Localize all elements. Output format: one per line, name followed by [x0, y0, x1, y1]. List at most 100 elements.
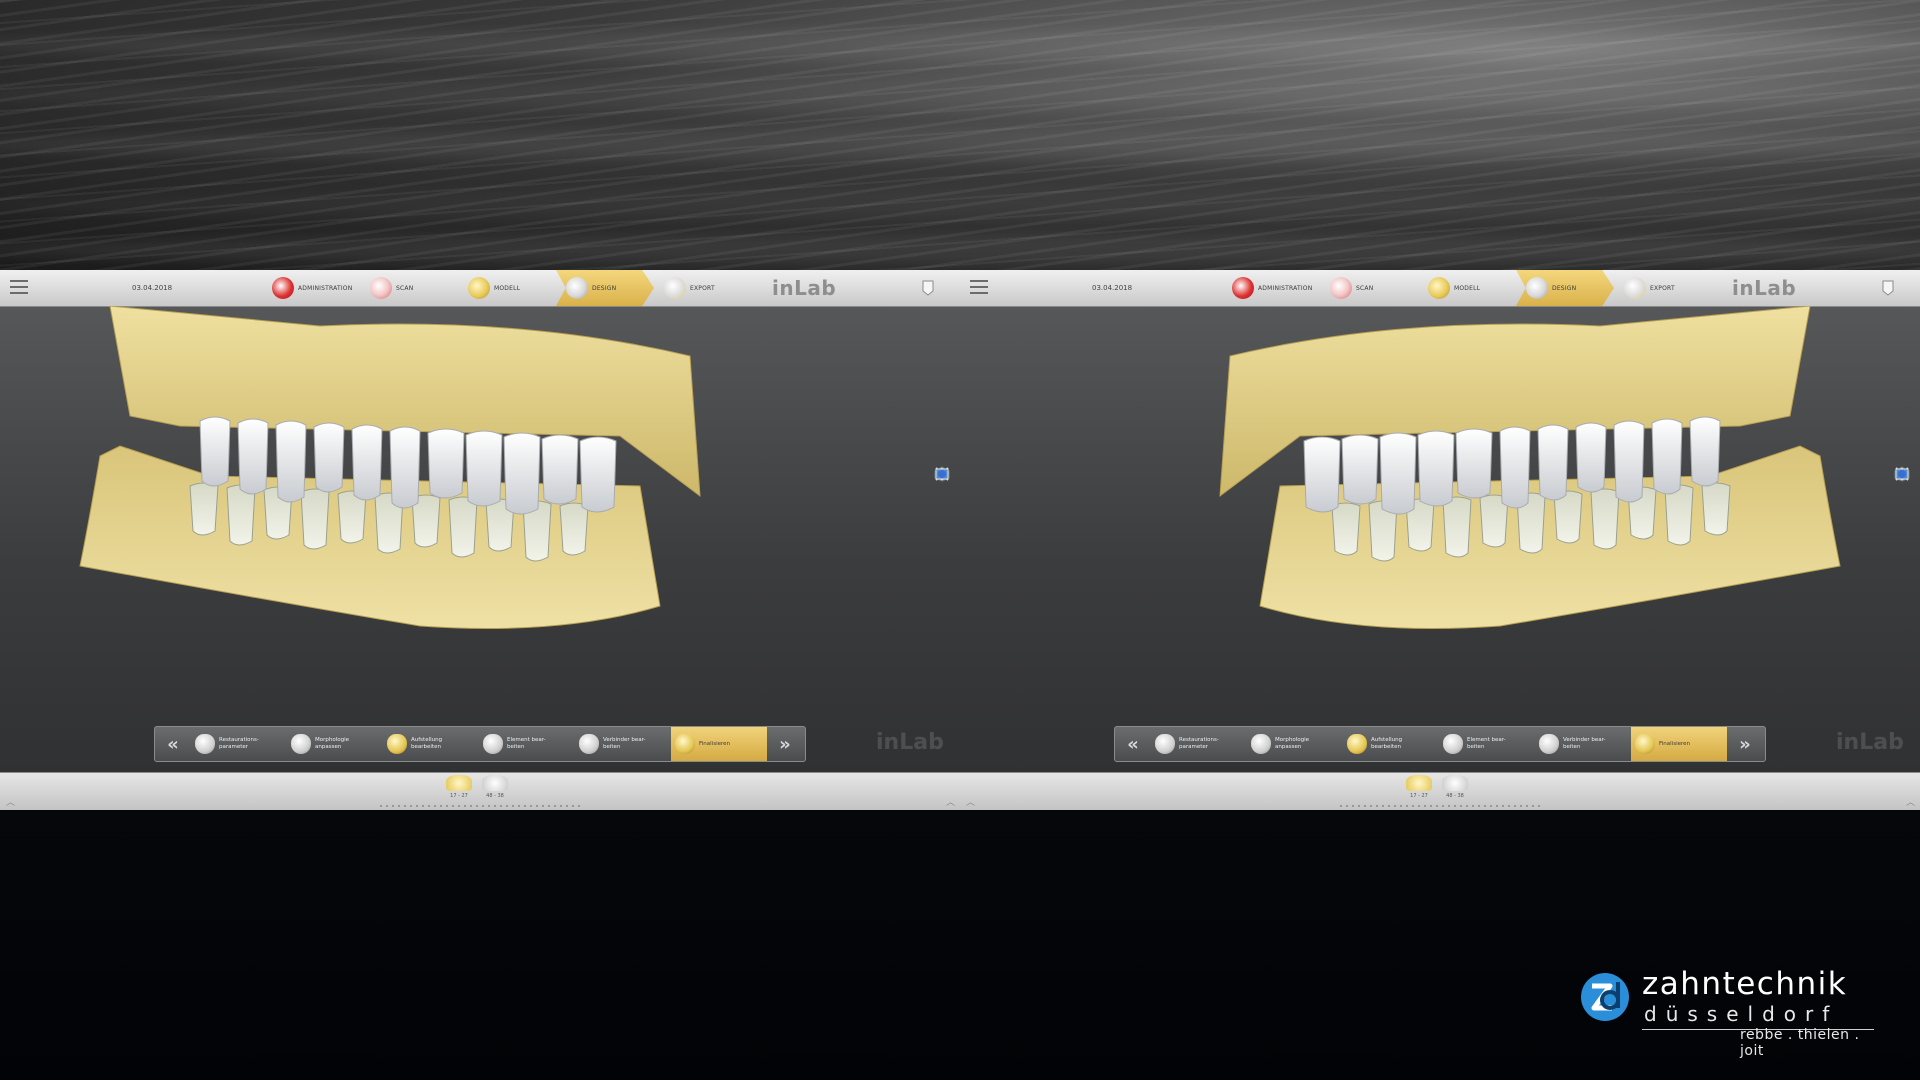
morphology-icon [291, 734, 311, 754]
workflow-step-label: MODELL [1454, 284, 1481, 292]
design-step-5[interactable]: Finalisieren [1631, 727, 1727, 761]
connector-icon [1539, 734, 1559, 754]
info-icon[interactable] [1894, 470, 1910, 622]
info-icon[interactable] [934, 470, 950, 622]
design-step-label: Aufstellung bearbeiten [1371, 737, 1403, 750]
jaw-caption: 48 - 38 [486, 793, 504, 799]
design-step-3[interactable]: Element bear- beiten [1439, 727, 1535, 761]
workflow-step-administration[interactable]: ADMINISTRATION [262, 270, 360, 306]
expand-right-icon[interactable]: ︿ [946, 795, 955, 808]
design-step-2[interactable]: Aufstellung bearbeiten [1343, 727, 1439, 761]
top-toolbar: 03.04.2018 ADMINISTRATION SCAN MODELL DE… [0, 270, 960, 307]
design-step-4[interactable]: Verbinder bear- beiten [1535, 727, 1631, 761]
design-step-3[interactable]: Element bear- beiten [479, 727, 575, 761]
workflow-steps: ADMINISTRATION SCAN MODELL DESIGN EXPORT [262, 270, 752, 306]
export-icon [1624, 277, 1646, 299]
workflow-step-label: ADMINISTRATION [1258, 284, 1313, 292]
dental-model-3d-view[interactable] [960, 306, 1920, 746]
inlab-watermark: inLab [876, 730, 944, 755]
next-step-button[interactable]: » [767, 727, 803, 761]
scan-tool-icon[interactable] [1894, 467, 1910, 538]
logo-mark-icon [1581, 973, 1629, 1021]
workflow-step-label: ADMINISTRATION [298, 284, 353, 292]
upper-jaw-icon [1406, 775, 1432, 791]
design-step-label: Restaurations- parameter [1179, 737, 1219, 750]
image-icon[interactable] [934, 468, 950, 594]
tools-icon[interactable] [1894, 467, 1910, 510]
logo-city: düsseldorf [1644, 1002, 1839, 1026]
previous-step-button[interactable]: « [155, 727, 191, 761]
design-step-label: Element bear- beiten [507, 737, 546, 750]
hamburger-menu-icon[interactable] [10, 280, 28, 294]
hint-icon[interactable] [1880, 279, 1896, 297]
model-icon [1428, 277, 1450, 299]
design-phase-bar: « Restaurations- parameter Morphologie a… [1114, 726, 1766, 762]
design-viewport[interactable] [0, 306, 960, 746]
jaw-selector-1[interactable]: 48 - 38 [482, 775, 508, 799]
image-icon[interactable] [1894, 468, 1910, 594]
workflow-step-label: SCAN [396, 284, 414, 292]
hint-icon[interactable] [920, 279, 936, 297]
design-step-2[interactable]: Aufstellung bearbeiten [383, 727, 479, 761]
logo-name: zahntechnik [1642, 966, 1848, 1002]
hamburger-menu-icon[interactable] [970, 280, 988, 294]
dot-divider [380, 805, 580, 807]
workflow-step-design[interactable]: DESIGN [1516, 270, 1614, 306]
water-backdrop [0, 0, 1920, 270]
book-icon[interactable] [1894, 468, 1910, 566]
tools-icon[interactable] [934, 467, 950, 510]
dot-divider [1340, 805, 1540, 807]
model-icon [468, 277, 490, 299]
dental-model-3d-view[interactable] [0, 306, 960, 746]
inlab-brand: inLab [772, 276, 837, 300]
workflow-step-label: EXPORT [690, 284, 715, 292]
design-icon [1526, 277, 1548, 299]
workflow-step-label: SCAN [1356, 284, 1374, 292]
edit-element-icon [483, 734, 503, 754]
design-step-label: Restaurations- parameter [219, 737, 259, 750]
jaw-selector-1[interactable]: 48 - 38 [1442, 775, 1468, 799]
administration-icon [272, 277, 294, 299]
expand-right-icon[interactable]: ︿ [1906, 795, 1915, 808]
design-step-label: Finalisieren [699, 740, 730, 747]
next-step-button[interactable]: » [1727, 727, 1763, 761]
restoration-parameter-icon [1155, 734, 1175, 754]
workflow-step-modell[interactable]: MODELL [1418, 270, 1516, 306]
workflow-step-scan[interactable]: SCAN [1320, 270, 1418, 306]
design-step-0[interactable]: Restaurations- parameter [191, 727, 287, 761]
jaw-selector-0[interactable]: 17 - 27 [446, 775, 472, 799]
workflow-step-label: MODELL [494, 284, 521, 292]
bottom-bar: ︿ ︿ 17 - 27 48 - 38 [0, 772, 960, 810]
scan-icon [370, 277, 392, 299]
design-step-5[interactable]: Finalisieren [671, 727, 767, 761]
workflow-step-export[interactable]: EXPORT [1614, 270, 1712, 306]
company-logo: zahntechnik düsseldorf rebbe . thielen .… [1580, 966, 1880, 1059]
design-phase-bar: « Restaurations- parameter Morphologie a… [154, 726, 806, 762]
workflow-steps: ADMINISTRATION SCAN MODELL DESIGN EXPORT [1222, 270, 1712, 306]
design-step-label: Verbinder bear- beiten [603, 737, 646, 750]
side-toolbar [934, 466, 954, 622]
workflow-step-design[interactable]: DESIGN [556, 270, 654, 306]
expand-left-icon[interactable]: ︿ [966, 795, 975, 808]
workflow-step-modell[interactable]: MODELL [458, 270, 556, 306]
expand-left-icon[interactable]: ︿ [6, 795, 15, 808]
design-step-1[interactable]: Morphologie anpassen [287, 727, 383, 761]
book-icon[interactable] [934, 468, 950, 566]
design-step-label: Morphologie anpassen [1275, 737, 1310, 750]
workflow-step-label: DESIGN [592, 284, 617, 292]
workflow-step-administration[interactable]: ADMINISTRATION [1222, 270, 1320, 306]
design-icon [566, 277, 588, 299]
jaw-selector-0[interactable]: 17 - 27 [1406, 775, 1432, 799]
inlab-watermark: inLab [1836, 730, 1904, 755]
design-step-0[interactable]: Restaurations- parameter [1151, 727, 1247, 761]
design-step-1[interactable]: Morphologie anpassen [1247, 727, 1343, 761]
design-viewport[interactable] [960, 306, 1920, 746]
previous-step-button[interactable]: « [1115, 727, 1151, 761]
workflow-step-scan[interactable]: SCAN [360, 270, 458, 306]
top-toolbar: 03.04.2018 ADMINISTRATION SCAN MODELL DE… [960, 270, 1920, 307]
design-step-4[interactable]: Verbinder bear- beiten [575, 727, 671, 761]
lower-jaw-icon [1442, 775, 1468, 791]
workflow-step-export[interactable]: EXPORT [654, 270, 752, 306]
scan-tool-icon[interactable] [934, 467, 950, 538]
design-step-label: Aufstellung bearbeiten [411, 737, 443, 750]
